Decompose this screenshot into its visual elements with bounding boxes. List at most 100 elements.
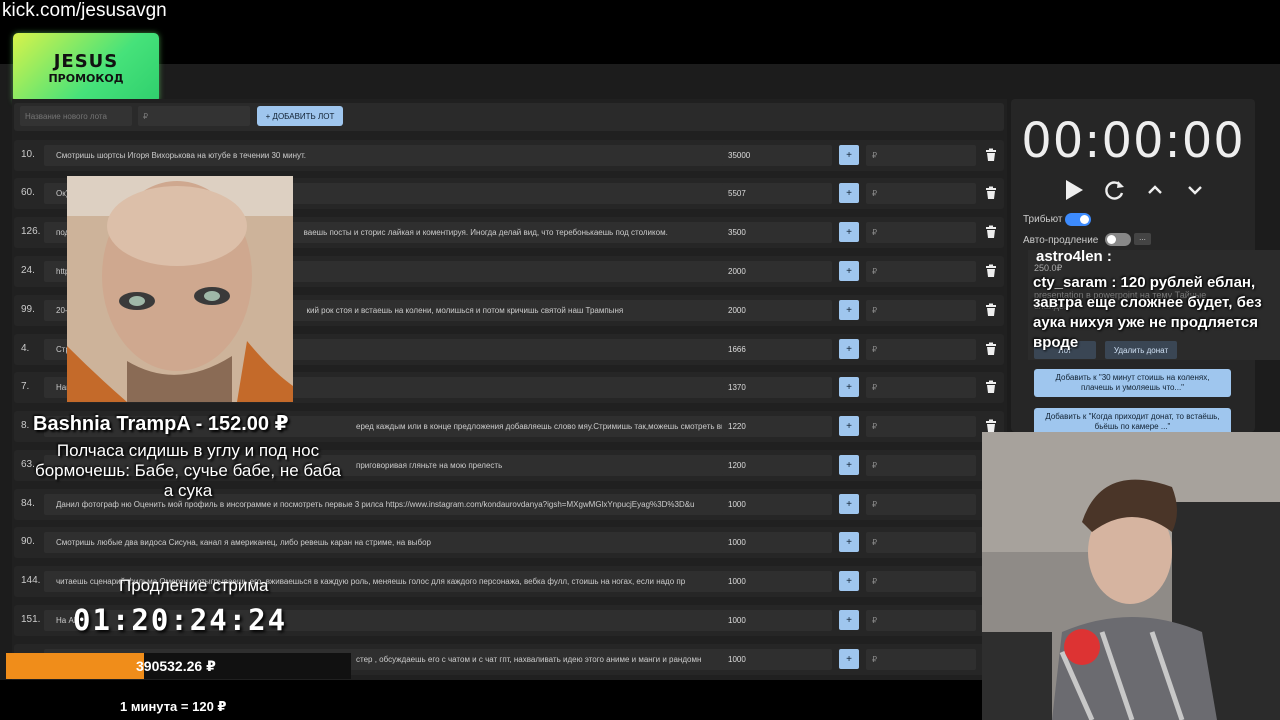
lot-text-field[interactable]: Смотришь шортсы Игоря Вихорькова на ютуб… xyxy=(44,145,730,166)
lot-number: 7. xyxy=(21,381,30,392)
trash-icon[interactable] xyxy=(984,303,998,317)
promo-badge: JESUS ПРОМОКОД xyxy=(13,33,159,103)
auto-extend-label: Авто-продление xyxy=(1023,235,1099,246)
lot-number: 4. xyxy=(21,343,30,354)
trash-icon[interactable] xyxy=(984,186,998,200)
lot-add-sum-input[interactable]: ₽ xyxy=(866,649,976,670)
lot-text-part: кий рок стоя и встаешь на колени, молишь… xyxy=(306,306,624,315)
lot-amount-field[interactable]: 1000 xyxy=(722,610,832,631)
refresh-icon[interactable] xyxy=(1101,178,1127,202)
new-lot-name-input[interactable] xyxy=(20,106,132,126)
lot-add-sum-input[interactable]: ₽ xyxy=(866,183,976,204)
lot-text-part: еред каждым или в конце предложения доба… xyxy=(356,422,726,431)
lot-add-sum-input[interactable]: ₽ xyxy=(866,222,976,243)
alert-title: Bashnia TrampA - 152.00 ₽ xyxy=(33,413,289,435)
chevron-down-icon[interactable] xyxy=(1182,178,1208,202)
lot-amount-field[interactable]: 1000 xyxy=(722,649,832,670)
lot-amount-field[interactable]: 5507 xyxy=(722,183,832,204)
lot-text-part: стер , обсуждаешь его с чатом и с чат гп… xyxy=(356,655,702,664)
streamer-webcam-image xyxy=(982,432,1280,720)
tribute-label: Трибьют xyxy=(1023,214,1063,225)
lot-add-sum-input[interactable]: ₽ xyxy=(866,416,976,437)
add-to-lot-plus-button[interactable]: + xyxy=(839,571,859,591)
add-to-lot-plus-button[interactable]: + xyxy=(839,261,859,281)
add-to-lot-plus-button[interactable]: + xyxy=(839,377,859,397)
add-to-lot-plus-button[interactable]: + xyxy=(839,339,859,359)
lot-number: 126. xyxy=(21,226,41,237)
lot-text-field[interactable]: Смотришь любые два видоса Сисуна, канал … xyxy=(44,532,730,553)
extension-timer: 01:20:24:24 xyxy=(73,603,288,637)
lot-add-sum-input[interactable]: ₽ xyxy=(866,532,976,553)
donor-webcam-image xyxy=(67,176,293,402)
trash-icon[interactable] xyxy=(984,225,998,239)
extension-rate: 1 минута = 120 ₽ xyxy=(120,699,227,714)
add-lot-button[interactable]: + ДОБАВИТЬ ЛОТ xyxy=(257,106,343,126)
extension-progress: 390532.26 ₽ xyxy=(6,653,351,679)
lot-amount-field[interactable]: 1370 xyxy=(722,377,832,398)
lot-add-sum-input[interactable]: ₽ xyxy=(866,300,976,321)
chevron-up-icon[interactable] xyxy=(1142,178,1168,202)
lot-add-sum-input[interactable]: ₽ xyxy=(866,571,976,592)
lot-number: 60. xyxy=(21,187,35,198)
lot-add-sum-input[interactable]: ₽ xyxy=(866,261,976,282)
trash-icon[interactable] xyxy=(984,148,998,162)
play-icon[interactable] xyxy=(1061,178,1087,202)
lot-number: 90. xyxy=(21,536,35,547)
lot-number: 151. xyxy=(21,614,41,625)
lot-add-sum-input[interactable]: ₽ xyxy=(866,494,976,515)
lot-add-sum-input[interactable]: ₽ xyxy=(866,455,976,476)
extension-label: Продление стрима xyxy=(119,576,269,595)
add-to-lot-plus-button[interactable]: + xyxy=(839,532,859,552)
add-to-lot-plus-button[interactable]: + xyxy=(839,300,859,320)
tribute-toggle[interactable] xyxy=(1065,213,1091,226)
lot-add-sum-input[interactable]: ₽ xyxy=(866,145,976,166)
more-options-button[interactable]: ... xyxy=(1134,233,1151,245)
new-lot-sum-input[interactable] xyxy=(138,106,250,126)
add-to-lot-plus-button[interactable]: + xyxy=(839,416,859,436)
lot-amount-field[interactable]: 1000 xyxy=(722,532,832,553)
trash-icon[interactable] xyxy=(984,380,998,394)
promo-title: JESUS xyxy=(53,51,119,72)
lot-amount-field[interactable]: 1000 xyxy=(722,494,832,515)
lot-text-part: Смотришь шортсы Игоря Вихорькова на ютуб… xyxy=(56,151,306,160)
lot-amount-field[interactable]: 1666 xyxy=(722,339,832,360)
lot-amount-field[interactable]: 2000 xyxy=(722,300,832,321)
auto-extend-toggle[interactable] xyxy=(1105,233,1131,246)
trash-icon[interactable] xyxy=(984,264,998,278)
lot-add-sum-input[interactable]: ₽ xyxy=(866,339,976,360)
timer-display: 00:00:00 xyxy=(1021,113,1245,169)
lot-text-part: ваешь посты и сторис лайкая и коментируя… xyxy=(303,228,668,237)
lot-add-sum-input[interactable]: ₽ xyxy=(866,377,976,398)
lot-amount-field[interactable]: 1200 xyxy=(722,455,832,476)
add-to-lot-plus-button[interactable]: + xyxy=(839,610,859,630)
add-to-lot-plus-button[interactable]: + xyxy=(839,183,859,203)
add-to-lot-plus-button[interactable]: + xyxy=(839,494,859,514)
lot-number: 8. xyxy=(21,420,30,431)
lot-amount-field[interactable]: 35000 xyxy=(722,145,832,166)
add-to-lot-plus-button[interactable]: + xyxy=(839,222,859,242)
toggle-knob xyxy=(1080,215,1089,224)
trash-icon[interactable] xyxy=(984,342,998,356)
add-to-lot-plus-button[interactable]: + xyxy=(839,145,859,165)
promo-subtitle: ПРОМОКОД xyxy=(48,72,124,85)
lot-text-part: приговоривая гляньте на мою прелесть xyxy=(356,461,503,470)
lot-text-part: Данил фотограф ню Оценить мой профиль в … xyxy=(56,500,695,509)
lot-amount-field[interactable]: 2000 xyxy=(722,261,832,282)
extension-total: 390532.26 ₽ xyxy=(136,658,216,674)
add-to-lot-plus-button[interactable]: + xyxy=(839,649,859,669)
lot-number: 144. xyxy=(21,575,41,586)
lot-number: 24. xyxy=(21,265,35,276)
lot-row: 10. Смотришь шортсы Игоря Вихорькова на … xyxy=(14,140,1004,171)
add-to-lot-plus-button[interactable]: + xyxy=(839,455,859,475)
lot-number: 99. xyxy=(21,304,35,315)
add-to-lot-button[interactable]: Добавить к "30 минут стоишь на коленях, … xyxy=(1034,369,1231,397)
trash-icon[interactable] xyxy=(984,419,998,433)
lot-amount-field[interactable]: 1220 xyxy=(722,416,832,437)
lot-number: 10. xyxy=(21,149,35,160)
lot-amount-field[interactable]: 3500 xyxy=(722,222,832,243)
chat-message: cty_saram : 120 рублей еблан, завтра еще… xyxy=(1033,274,1262,351)
lot-add-sum-input[interactable]: ₽ xyxy=(866,610,976,631)
progress-fill xyxy=(6,653,144,679)
toggle-knob xyxy=(1107,235,1116,244)
lot-amount-field[interactable]: 1000 xyxy=(722,571,832,592)
